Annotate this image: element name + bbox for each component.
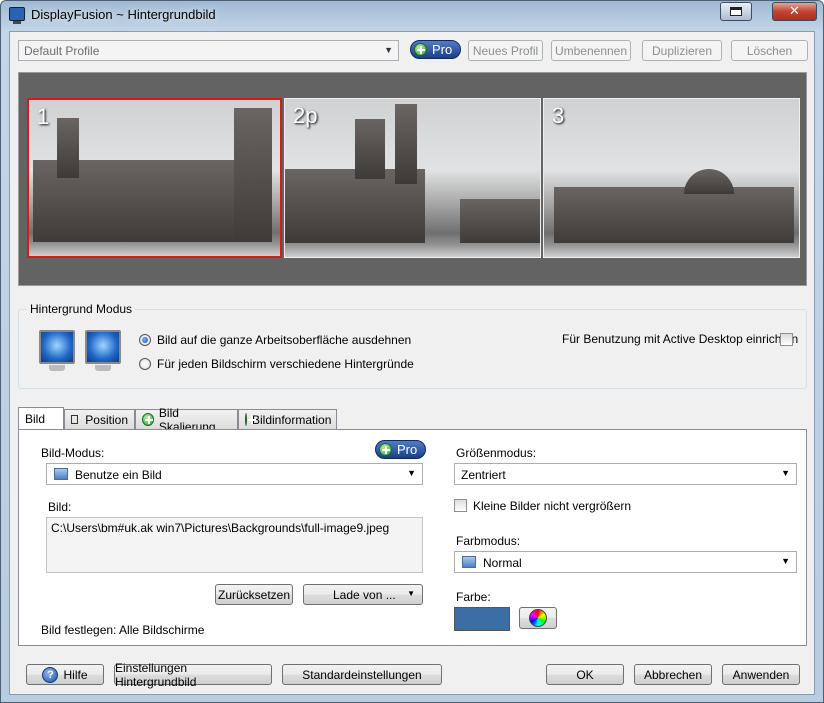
- wallpaper-ground: [544, 243, 799, 257]
- stretch-desktop-label[interactable]: Bild auf die ganze Arbeitsoberfläche aus…: [157, 333, 411, 347]
- monitor-2-preview[interactable]: 2p: [284, 98, 541, 258]
- pro-badge-button[interactable]: Pro: [410, 40, 462, 59]
- bild-mode-select[interactable]: Benutze ein Bild ▼: [46, 463, 423, 485]
- app-window: DisplayFusion ~ Hintergrundbild ✕ Defaul…: [0, 0, 824, 703]
- color-picker-button[interactable]: [519, 607, 557, 629]
- background-mode-title: Hintergrund Modus: [27, 302, 136, 316]
- ok-button[interactable]: OK: [546, 664, 624, 685]
- chevron-down-icon: ▼: [384, 45, 393, 55]
- active-desktop-checkbox[interactable]: [780, 333, 793, 346]
- apply-to-screens-text: Bild festlegen: Alle Bildschirme: [41, 623, 205, 637]
- size-mode-label: Größenmodus:: [456, 446, 537, 460]
- tab-position[interactable]: Position: [64, 409, 135, 429]
- wallpaper-ground: [29, 242, 280, 256]
- tab-bild-skalierung[interactable]: Bild Skalierung: [135, 406, 238, 434]
- monitor-icon: [462, 556, 476, 568]
- monitor-3-preview[interactable]: 3: [543, 98, 800, 258]
- background-mode-group: Hintergrund Modus Bild auf die ganze Arb…: [18, 302, 807, 389]
- no-enlarge-checkbox[interactable]: [454, 499, 467, 512]
- delete-profile-button[interactable]: Löschen: [731, 40, 808, 61]
- monitor-number: 3: [552, 103, 565, 128]
- restore-button[interactable]: [720, 2, 752, 21]
- pro-label: Pro: [397, 442, 418, 457]
- monitor-icon: [54, 468, 68, 480]
- monitor-preview-area: 1 2p 3: [18, 72, 807, 286]
- tab-bildinformation-label: Bildinformation: [252, 412, 332, 427]
- active-desktop-label[interactable]: Für Benutzung mit Active Desktop einrich…: [562, 332, 798, 346]
- rename-profile-button[interactable]: Umbenennen: [551, 40, 631, 61]
- monitor-1-preview[interactable]: 1: [27, 98, 282, 258]
- image-path-label: Bild:: [48, 500, 72, 514]
- load-from-button[interactable]: Lade von ... ▼: [303, 584, 423, 605]
- wallpaper-tower: [57, 118, 79, 178]
- restore-icon: [730, 7, 742, 16]
- load-from-label: Lade von ...: [333, 587, 396, 602]
- color-wheel-icon: [529, 609, 547, 627]
- window-title: DisplayFusion ~ Hintergrundbild: [31, 7, 216, 22]
- new-profile-button[interactable]: Neues Profil: [468, 40, 543, 61]
- chevron-down-icon: ▼: [781, 468, 790, 478]
- color-mode-select[interactable]: Normal ▼: [454, 551, 797, 573]
- no-enlarge-label[interactable]: Kleine Bilder nicht vergrößern: [473, 499, 631, 513]
- checkbox-icon: [71, 415, 79, 424]
- image-path-field[interactable]: C:\Users\bm#uk.ak win7\Pictures\Backgrou…: [46, 517, 423, 573]
- color-mode-value: Normal: [483, 556, 522, 570]
- help-label: Hilfe: [63, 667, 88, 682]
- tab-position-label: Position: [85, 412, 128, 427]
- plus-icon: [414, 43, 427, 56]
- title-bar[interactable]: DisplayFusion ~ Hintergrundbild ✕: [1, 1, 823, 29]
- per-screen-label[interactable]: Für jeden Bildschirm verschiedene Hinter…: [157, 357, 414, 371]
- tab-bild[interactable]: Bild: [18, 407, 64, 429]
- chevron-down-icon: ▼: [407, 589, 415, 598]
- chevron-down-icon: ▼: [781, 556, 790, 566]
- chevron-down-icon: ▼: [407, 468, 416, 478]
- help-icon: ?: [42, 666, 59, 683]
- pro-label: Pro: [432, 42, 453, 57]
- size-mode-value: Zentriert: [461, 468, 506, 482]
- wallpaper-tower: [355, 119, 385, 179]
- displayfusion-app-icon: [9, 7, 25, 24]
- wallpaper-building: [460, 199, 540, 244]
- tab-bild-label: Bild: [25, 411, 46, 426]
- size-mode-select[interactable]: Zentriert ▼: [454, 463, 797, 485]
- reset-button[interactable]: Zurücksetzen: [215, 584, 293, 605]
- plus-icon: [379, 443, 392, 456]
- monitor-number: 1: [37, 104, 50, 129]
- defaults-button[interactable]: Standardeinstellungen: [282, 664, 442, 685]
- plus-icon: [142, 413, 154, 426]
- bild-mode-label: Bild-Modus:: [41, 446, 105, 460]
- wallpaper-tower: [234, 108, 272, 246]
- monitor-number: 2p: [293, 103, 318, 128]
- color-label: Farbe:: [456, 590, 491, 604]
- bild-mode-value: Benutze ein Bild: [75, 468, 162, 482]
- profile-select[interactable]: Default Profile ▼: [18, 40, 399, 61]
- close-button[interactable]: ✕: [772, 2, 817, 21]
- bild-tab-panel: Bild-Modus: Pro Benutze ein Bild ▼ Bild:…: [18, 429, 807, 646]
- close-icon: ✕: [789, 4, 800, 19]
- apply-button[interactable]: Anwenden: [722, 664, 800, 685]
- monitor-icon: [39, 330, 75, 371]
- plus-icon: [245, 413, 256, 426]
- dialog-client-area: Default Profile ▼ Pro Neues Profil Umben…: [9, 31, 815, 695]
- monitor-icon: [85, 330, 121, 371]
- duplicate-profile-button[interactable]: Duplizieren: [642, 40, 722, 61]
- profile-select-value: Default Profile: [24, 44, 100, 58]
- help-button[interactable]: ? Hilfe: [26, 664, 104, 685]
- cancel-button[interactable]: Abbrechen: [634, 664, 712, 685]
- wallpaper-tower: [395, 104, 417, 184]
- wallpaper-settings-button[interactable]: Einstellungen Hintergrundbild: [114, 661, 272, 689]
- color-swatch[interactable]: [454, 607, 510, 631]
- tab-bildinformation[interactable]: Bildinformation: [238, 409, 337, 429]
- color-mode-label: Farbmodus:: [456, 534, 521, 548]
- per-screen-radio[interactable]: [139, 358, 151, 370]
- stretch-desktop-radio[interactable]: [139, 334, 151, 346]
- pro-badge-button[interactable]: Pro: [375, 440, 427, 459]
- wallpaper-building: [554, 187, 794, 245]
- wallpaper-ground: [285, 243, 540, 257]
